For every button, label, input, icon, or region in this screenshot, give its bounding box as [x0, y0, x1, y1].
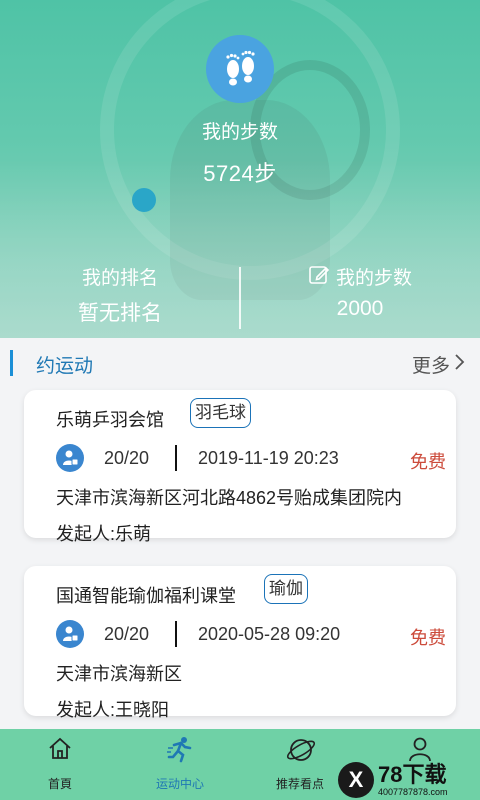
rank-label: 我的排名 [81, 268, 158, 289]
event-card[interactable]: 乐萌乒羽会馆 羽毛球 20/20 2019-11-19 20:23 免费 天津市… [24, 390, 456, 544]
decorative-ball [132, 188, 156, 212]
event-datetime: 2019-11-19 20:23 [198, 448, 339, 468]
watermark-logo: X 78下载 4007787878.com [338, 760, 480, 800]
home-icon [46, 735, 74, 763]
user-icon [406, 735, 434, 763]
nav-label: 运动中心 [155, 777, 204, 791]
step-goal-value: 2000 [336, 297, 384, 320]
event-address: 天津市滨海新区 [56, 664, 182, 684]
event-card[interactable]: 国通智能瑜伽福利课堂 瑜伽 20/20 2020-05-28 09:20 免费 … [24, 566, 456, 720]
running-icon [166, 735, 194, 763]
section-accent-bar [10, 350, 13, 376]
event-fee: 免费 [410, 452, 446, 472]
edit-icon[interactable] [308, 264, 330, 295]
event-address: 天津市滨海新区河北路4862号贻成集团院内 [56, 488, 403, 508]
watermark-url: 4007787878.com [378, 787, 448, 797]
rank-value: 暂无排名 [78, 302, 162, 325]
step-goal-stat[interactable]: 我的步数 2000 [240, 265, 480, 321]
section-title: 约运动 [36, 356, 94, 377]
event-initiator: 发起人:乐萌 [56, 524, 152, 544]
participants-icon [56, 620, 84, 648]
event-fee: 免费 [410, 628, 446, 648]
nav-item-home[interactable]: 首頁 [0, 729, 120, 800]
more-link[interactable]: 更多 [412, 351, 466, 378]
footprints-icon[interactable] [206, 35, 274, 103]
participant-count: 20/20 [104, 448, 150, 468]
stats-bar: 我的排名 暂无排名 我的步数 2000 [0, 265, 480, 331]
event-initiator: 发起人:王晓阳 [56, 700, 170, 720]
event-name: 乐萌乒羽会馆 [56, 410, 164, 430]
hero-header: 我的步数 5724步 我的排名 暂无排名 我的步数 2000 [0, 0, 480, 338]
event-name: 国通智能瑜伽福利课堂 [56, 586, 236, 606]
watermark-brand: 78下载 [378, 762, 447, 787]
event-meta-row: 20/20 2020-05-28 09:20 免费 [56, 620, 446, 650]
event-datetime: 2020-05-28 09:20 [198, 624, 341, 644]
chevron-right-icon [454, 353, 466, 377]
event-tag: 羽毛球 [190, 398, 251, 428]
x-logo-icon: X [338, 762, 374, 798]
meta-divider [175, 621, 177, 647]
steps-value: 5724步 [203, 161, 277, 186]
meta-divider [175, 445, 177, 471]
step-goal-label: 我的步数 [335, 268, 412, 289]
rank-stat[interactable]: 我的排名 暂无排名 [0, 265, 240, 327]
event-meta-row: 20/20 2019-11-19 20:23 免费 [56, 444, 446, 474]
more-label: 更多 [411, 356, 450, 377]
participant-count: 20/20 [104, 624, 150, 644]
nav-item-sports-center[interactable]: 运动中心 [120, 729, 240, 800]
participants-icon [56, 444, 84, 472]
planet-icon [286, 735, 316, 763]
section-header: 约运动 更多 [0, 338, 480, 390]
event-tag: 瑜伽 [264, 574, 308, 604]
steps-title: 我的步数 [201, 122, 278, 143]
nav-label: 首頁 [47, 777, 72, 791]
